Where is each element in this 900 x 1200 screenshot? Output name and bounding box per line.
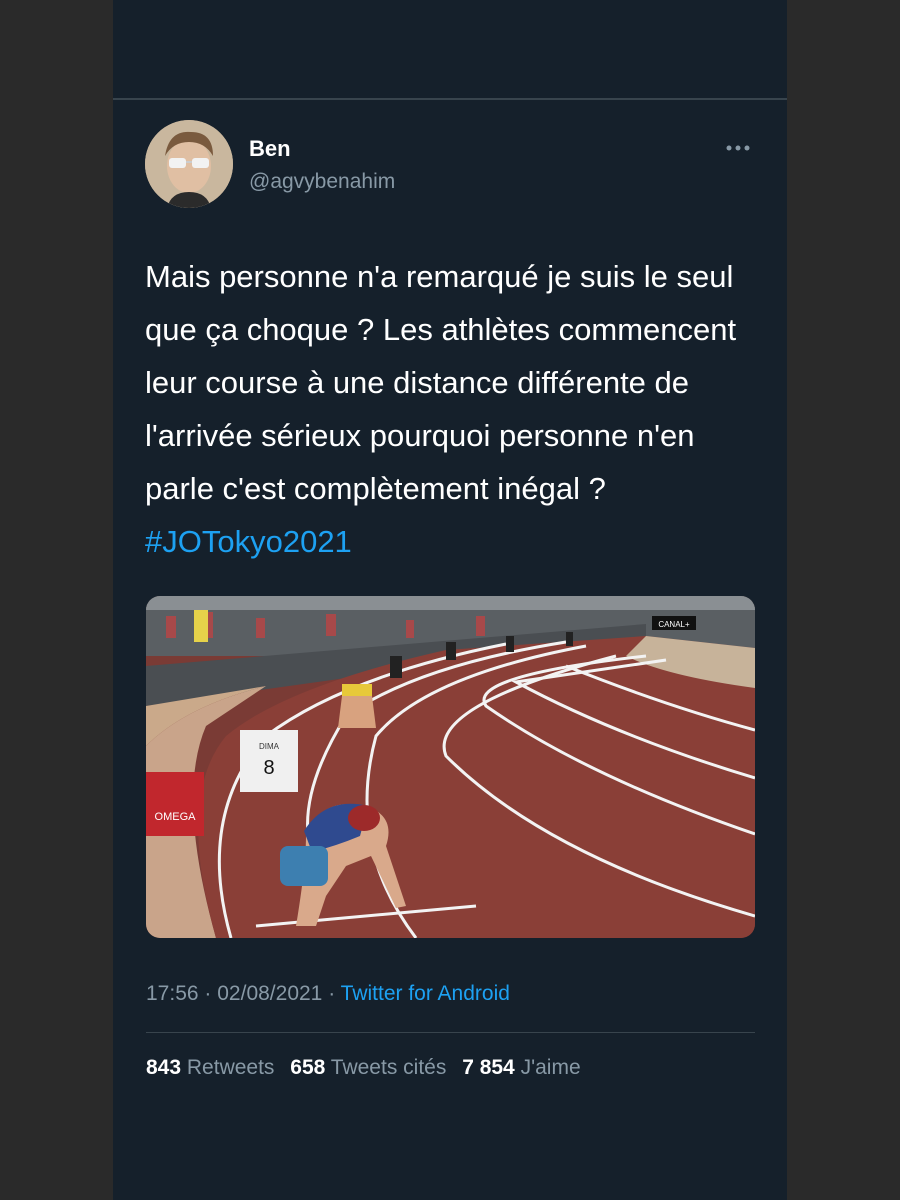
avatar[interactable] (145, 120, 233, 208)
more-options-button[interactable] (723, 138, 753, 158)
athlete-lane-7 (338, 684, 376, 728)
meta-separator: · (204, 982, 212, 1005)
sponsor-logo: OMEGA (155, 811, 197, 823)
more-horizontal-icon (726, 145, 750, 151)
author-name[interactable]: Ben (249, 136, 291, 162)
tweet-source-link[interactable]: Twitter for Android (341, 982, 510, 1005)
stats-divider (146, 1032, 755, 1033)
avatar-photo (145, 120, 233, 208)
quotes-label: Tweets cités (330, 1056, 447, 1079)
tweet-screen: Ben @agvybenahim Mais personne n'a remar… (113, 0, 787, 1200)
hashtag-link[interactable]: #JOTokyo2021 (145, 524, 352, 559)
likes-label: J'aime (520, 1056, 581, 1079)
lane-sign-brand: DIMA (259, 742, 280, 751)
quotes-count: 658 (290, 1056, 326, 1079)
likes-count: 7 854 (462, 1056, 515, 1079)
retweets-label: Retweets (186, 1056, 275, 1079)
tweet-image[interactable]: DIMA 8 OMEGA CANAL+ (146, 596, 755, 938)
retweets-count: 843 (146, 1056, 182, 1079)
tweet-text: Mais personne n'a remarqué je suis le se… (145, 250, 765, 568)
athletics-track-photo: DIMA 8 OMEGA CANAL+ (146, 596, 755, 938)
meta-separator-2: · (328, 982, 336, 1005)
broadcaster-logo: CANAL+ (658, 620, 690, 629)
retweets-stat[interactable]: 843 Retweets (146, 1056, 274, 1079)
tweet-date: 02/08/2021 (217, 982, 323, 1005)
tweet-meta: 17:56 · 02/08/2021 · Twitter for Android (146, 982, 510, 1006)
tweet-stats: 843 Retweets 658 Tweets cités 7 854 J'ai… (146, 1056, 591, 1080)
tweet-body: Mais personne n'a remarqué je suis le se… (145, 259, 737, 506)
author-handle[interactable]: @agvybenahim (249, 170, 395, 194)
quotes-stat[interactable]: 658 Tweets cités (290, 1056, 446, 1079)
lane-number: 8 (263, 757, 274, 779)
likes-stat[interactable]: 7 854 J'aime (462, 1056, 580, 1079)
tweet-time: 17:56 (146, 982, 199, 1005)
top-divider (113, 98, 787, 100)
